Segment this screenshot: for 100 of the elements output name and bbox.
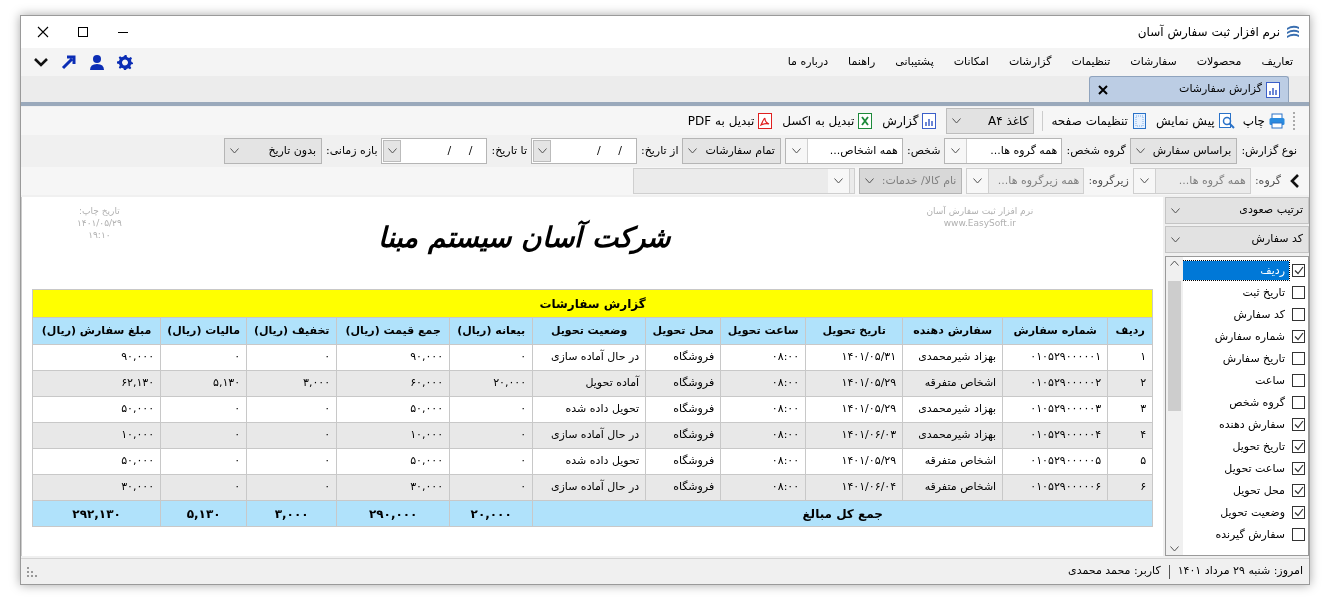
table-cell: تحویل داده شده <box>532 396 646 423</box>
watermark-text: www.EasySoft.ir <box>943 217 1016 229</box>
window-title: نرم افزار ثبت سفارش آسان <box>1137 23 1280 41</box>
combo-field[interactable]: همه اشخاص... <box>784 138 903 164</box>
column-header: مبلغ سفارش (ریال) <box>32 317 161 345</box>
report-button[interactable]: گزارش <box>882 109 939 133</box>
dropdown[interactable]: براساس سفارش <box>1129 138 1238 164</box>
checkbox[interactable] <box>1292 373 1305 387</box>
field-label: تا تاریخ: <box>491 142 527 159</box>
table-cell: ۵۰,۰۰۰ <box>336 448 450 475</box>
dropdown[interactable]: کد سفارش <box>1165 226 1309 253</box>
checkbox[interactable] <box>1292 263 1305 277</box>
field-label: بازه زمانی: <box>326 142 378 159</box>
checkbox[interactable] <box>1292 527 1305 541</box>
column-option[interactable]: شماره سفارش <box>1183 326 1289 346</box>
total-cell: ۳,۰۰۰ <box>246 500 337 527</box>
checkbox[interactable] <box>1292 351 1305 365</box>
column-option[interactable]: تاریخ تحویل <box>1183 436 1289 456</box>
table-cell: ۰۱۰۵۲۹۰۰۰۰۰۲ <box>1002 370 1108 397</box>
settings-icon[interactable] <box>117 54 133 70</box>
user-icon[interactable] <box>89 54 105 70</box>
table-cell: بهزاد شیرمحمدی <box>902 422 1003 449</box>
table-cell: ۵۰,۰۰۰ <box>32 448 161 475</box>
page-setup-button[interactable]: تنظیمات صفحه <box>1051 109 1148 133</box>
checkbox[interactable] <box>1292 483 1305 497</box>
table-cell: ۱ <box>1107 344 1153 371</box>
table-cell: ۶۰,۰۰۰ <box>336 370 450 397</box>
table-cell: ۶۲,۱۳۰ <box>32 370 161 397</box>
column-option[interactable]: سفارش گیرنده <box>1183 524 1289 544</box>
checkbox[interactable] <box>1292 285 1305 299</box>
date-field[interactable]: / / <box>381 138 488 164</box>
scrollbar[interactable] <box>1166 257 1184 555</box>
chevron-left-icon[interactable] <box>1289 173 1301 189</box>
close-icon[interactable] <box>37 26 49 38</box>
excel-button[interactable]: تبدیل به اکسل <box>782 109 875 133</box>
table-cell: ۰۸:۰۰ <box>720 396 806 423</box>
menu-item[interactable]: سفارشات <box>1120 50 1187 74</box>
column-option[interactable]: ردیف <box>1183 260 1289 280</box>
column-header: تاریخ تحویل <box>805 317 903 345</box>
report-tab[interactable]: گزارش سفارشات <box>1089 76 1289 102</box>
date-field[interactable]: / / <box>531 138 637 164</box>
check-icon <box>1293 507 1304 517</box>
menu-item[interactable]: تعاریف <box>1251 50 1303 74</box>
menu-item[interactable]: پشتیبانی <box>885 50 944 74</box>
table-cell: ۰ <box>449 422 533 449</box>
dropdown[interactable]: ترتیب صعودی <box>1165 197 1309 224</box>
chevron-down-icon <box>952 118 962 124</box>
checkbox[interactable] <box>1292 329 1305 343</box>
chevron-down-icon <box>230 148 239 154</box>
checkbox[interactable] <box>1292 505 1305 519</box>
checkbox[interactable] <box>1292 439 1305 453</box>
close-icon[interactable] <box>1098 84 1108 95</box>
table-cell: ۰ <box>246 396 337 423</box>
table-cell: ۳,۰۰۰ <box>246 370 337 397</box>
table-cell: ۱۴۰۱/۰۵/۳۱ <box>805 344 903 371</box>
column-header: ردیف <box>1107 317 1153 345</box>
arrow-up-right-icon[interactable] <box>61 54 77 70</box>
company-name: شرکت آسان سیستم مبنا <box>378 219 670 257</box>
pdf-button[interactable]: تبدیل به PDF <box>687 109 775 133</box>
column-option[interactable]: سفارش دهنده <box>1183 414 1289 434</box>
column-option[interactable]: تاریخ سفارش <box>1183 348 1289 368</box>
checkbox[interactable] <box>1292 417 1305 431</box>
menu-item[interactable]: درباره ما <box>777 50 839 74</box>
menu-item[interactable]: راهنما <box>838 50 886 74</box>
menu-item[interactable]: محصولات <box>1186 50 1252 74</box>
menu-item[interactable]: گزارشات <box>998 50 1062 74</box>
table-cell: در حال آماده سازی <box>532 422 646 449</box>
table-cell: فروشگاه <box>645 396 721 423</box>
paper-size-dropdown[interactable]: کاغذ A۴ <box>946 108 1035 134</box>
check-icon <box>1293 331 1304 341</box>
print-button[interactable]: چاپ <box>1242 109 1285 133</box>
menu-item[interactable]: امکانات <box>943 50 999 74</box>
chevron-down-icon <box>1139 178 1149 184</box>
combo-field[interactable]: همه گروه ها... <box>944 138 1063 164</box>
table-cell: ۵,۱۳۰ <box>160 370 247 397</box>
menu-item[interactable]: تنظیمات <box>1061 50 1121 74</box>
column-option[interactable]: ساعت <box>1183 370 1289 390</box>
column-option[interactable]: ساعت تحویل <box>1183 458 1289 478</box>
dropdown[interactable]: بدون تاریخ <box>224 138 322 164</box>
dropdown[interactable]: تمام سفارشات <box>682 138 781 164</box>
check-icon <box>1293 419 1304 429</box>
column-header: وضعیت تحویل <box>532 317 646 345</box>
column-option[interactable]: محل تحویل <box>1183 480 1289 500</box>
checkbox[interactable] <box>1292 395 1305 409</box>
checkbox[interactable] <box>1292 307 1305 321</box>
table-cell: ۰ <box>449 448 533 475</box>
column-option[interactable]: وضعیت تحویل <box>1183 502 1289 522</box>
watermark-text: نرم افزار ثبت سفارش آسان <box>926 205 1034 217</box>
table-cell: ۵۰,۰۰۰ <box>336 396 450 423</box>
column-header: جمع قیمت (ریال) <box>336 317 450 345</box>
column-option[interactable]: کد سفارش <box>1183 304 1289 324</box>
chevron-down-icon <box>1171 236 1181 243</box>
table-cell: ۰ <box>246 474 337 501</box>
table-cell: ۰ <box>160 396 247 423</box>
preview-button[interactable]: پیش نمایش <box>1155 109 1235 133</box>
column-header: ساعت تحویل <box>720 317 806 345</box>
maximize-icon[interactable] <box>77 26 89 38</box>
column-option[interactable]: گروه شخص <box>1183 392 1289 412</box>
checkbox[interactable] <box>1292 461 1305 475</box>
column-option[interactable]: تاریخ ثبت <box>1183 282 1289 302</box>
